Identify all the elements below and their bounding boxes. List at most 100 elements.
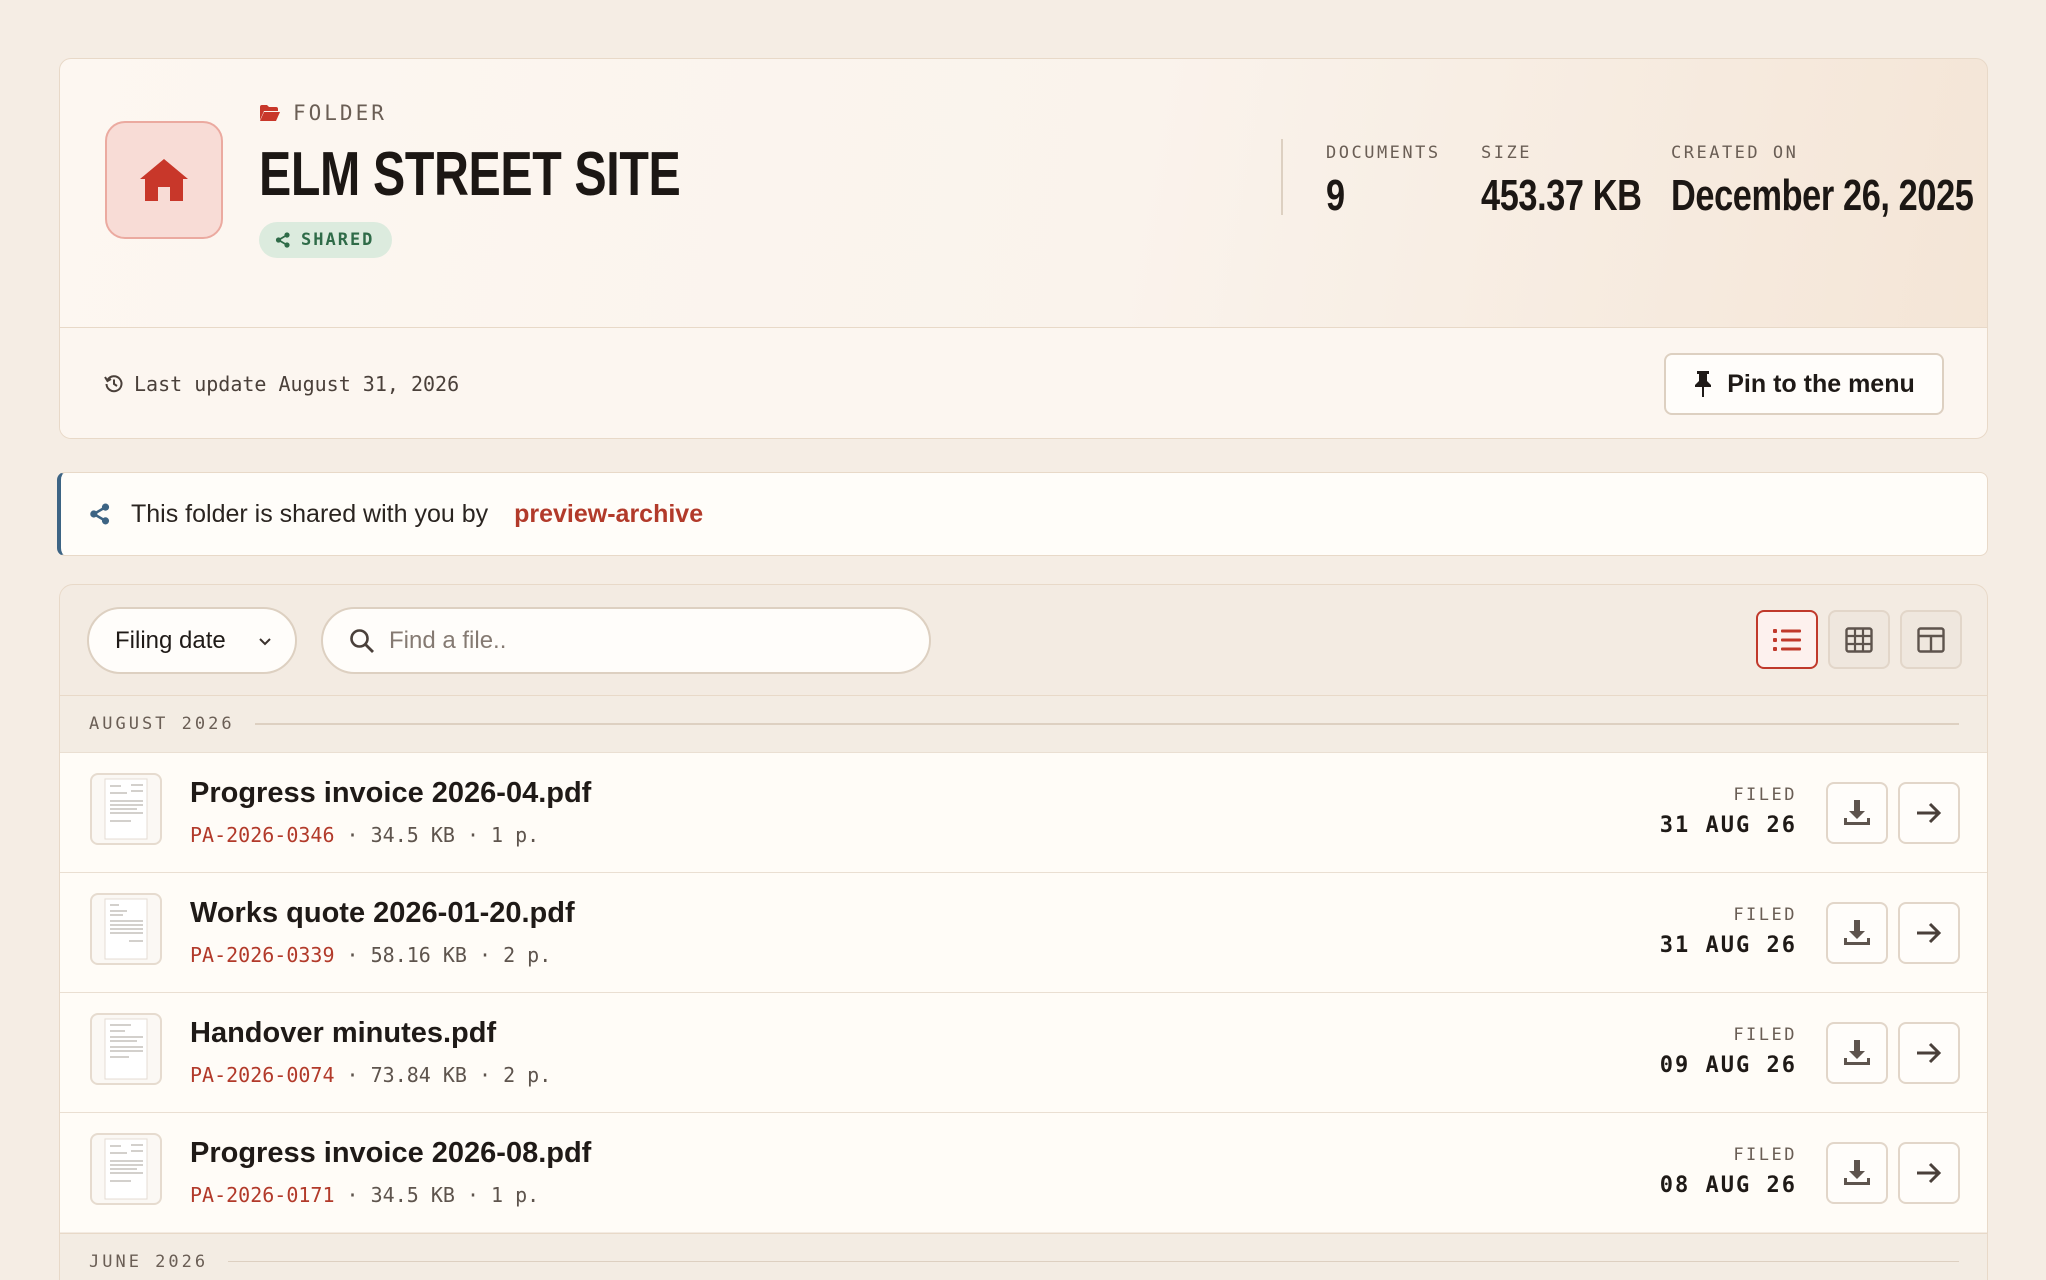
stat-value: 453.37 KB: [1481, 171, 1642, 220]
file-row[interactable]: Progress invoice 2026-04.pdf PA-2026-034…: [60, 752, 1987, 872]
document-preview-icon: [104, 1018, 148, 1080]
filed-info: FILED 09 AUG 26: [1660, 1025, 1797, 1078]
file-reference: PA-2026-0074: [190, 1063, 335, 1087]
file-name[interactable]: Progress invoice 2026-08.pdf: [190, 1137, 591, 1170]
filed-date: 31 AUG 26: [1659, 813, 1797, 838]
last-update-text: Last update August 31, 2026: [134, 372, 460, 396]
status-badge: SHARED: [259, 222, 393, 258]
file-reference: PA-2026-0339: [190, 943, 335, 967]
file-thumbnail: [90, 773, 162, 845]
file-meta: PA-2026-0074 · 73.84 KB · 2 p.: [190, 1063, 552, 1087]
file-meta: PA-2026-0346 · 34.5 KB · 1 p.: [190, 823, 540, 847]
file-size: 34.5 KB: [370, 823, 455, 847]
arrow-right-icon: [1917, 1042, 1942, 1064]
share-icon: [275, 232, 290, 248]
group-divider: [254, 723, 1959, 725]
share-text: This folder is shared with you by: [131, 499, 489, 528]
filed-label: FILED: [1733, 1025, 1797, 1045]
stat-value: 9: [1326, 171, 1345, 220]
filed-date: 31 AUG 26: [1659, 933, 1797, 958]
file-pages: 2 p.: [503, 943, 552, 967]
chevron-down-icon: [259, 638, 271, 646]
folder-avatar: [105, 121, 223, 239]
download-button[interactable]: [1826, 902, 1888, 964]
file-size: 34.5 KB: [370, 1183, 455, 1207]
files-toolbar: Filing date: [60, 585, 1987, 696]
open-file-button[interactable]: [1898, 1142, 1960, 1204]
filed-label: FILED: [1733, 905, 1797, 925]
search-input[interactable]: [389, 626, 909, 655]
pin-button-label: Pin to the menu: [1727, 369, 1915, 398]
open-file-button[interactable]: [1898, 1022, 1960, 1084]
stat-label: SIZE: [1481, 143, 1532, 163]
open-file-button[interactable]: [1898, 782, 1960, 844]
group-label: AUGUST 2026: [89, 714, 235, 734]
file-pages: 1 p.: [491, 1183, 540, 1207]
file-pages: 2 p.: [503, 1063, 552, 1087]
page-title: ELM STREET SITE: [259, 139, 799, 210]
grid-view-button[interactable]: [1828, 610, 1890, 669]
gallery-view-icon: [1917, 626, 1945, 653]
share-owner-link[interactable]: preview-archive: [514, 500, 703, 529]
open-folder-icon: [260, 105, 280, 121]
file-name[interactable]: Handover minutes.pdf: [190, 1017, 496, 1050]
download-icon: [1844, 1160, 1870, 1185]
list-view-button[interactable]: [1756, 610, 1818, 669]
filed-date: 09 AUG 26: [1659, 1053, 1797, 1078]
filed-date: 08 AUG 26: [1659, 1173, 1797, 1198]
document-preview-icon: [104, 898, 148, 960]
document-preview-icon: [104, 1138, 148, 1200]
filed-info: FILED 08 AUG 26: [1660, 1145, 1797, 1198]
filed-info: FILED 31 AUG 26: [1660, 905, 1797, 958]
file-name[interactable]: Works quote 2026-01-20.pdf: [190, 897, 575, 930]
download-icon: [1844, 920, 1870, 945]
file-row[interactable]: Handover minutes.pdf PA-2026-0074 · 73.8…: [60, 992, 1987, 1112]
stats-divider: [1281, 139, 1283, 215]
folder-footer: Last update August 31, 2026 Pin to the m…: [60, 327, 1987, 438]
group-header-june-2026: JUNE 2026: [60, 1233, 1987, 1280]
pin-to-menu-button[interactable]: Pin to the menu: [1664, 353, 1944, 415]
folder-title-text: ELM STREET SITE: [259, 140, 681, 209]
arrow-right-icon: [1917, 1162, 1942, 1184]
sort-select[interactable]: Filing date: [87, 607, 297, 674]
stat-value: December 26, 2025: [1671, 171, 1974, 220]
last-update: Last update August 31, 2026: [104, 372, 459, 396]
file-name[interactable]: Progress invoice 2026-04.pdf: [190, 777, 591, 810]
shared-with-banner: This folder is shared with you by previe…: [57, 472, 1988, 556]
stat-created: CREATED ON December 26, 2025: [1671, 143, 1987, 221]
download-icon: [1844, 1040, 1870, 1065]
search-icon: [350, 628, 374, 653]
file-thumbnail: [90, 1133, 162, 1205]
history-icon: [104, 375, 123, 393]
group-header-august-2026: AUGUST 2026: [60, 696, 1987, 752]
document-preview-icon: [104, 778, 148, 840]
files-panel: Filing date Find a file.. AUGUST 2026 Pr…: [59, 584, 1988, 1280]
stat-size: SIZE 453.37 KB: [1481, 143, 1687, 221]
list-view-icon: [1773, 628, 1801, 651]
status-badge-label: SHARED: [301, 230, 375, 250]
file-row[interactable]: Works quote 2026-01-20.pdf PA-2026-0339 …: [60, 872, 1987, 992]
download-button[interactable]: [1826, 782, 1888, 844]
filed-label: FILED: [1733, 1145, 1797, 1165]
file-row[interactable]: Progress invoice 2026-08.pdf PA-2026-017…: [60, 1112, 1987, 1232]
open-file-button[interactable]: [1898, 902, 1960, 964]
file-meta: PA-2026-0171 · 34.5 KB · 1 p.: [190, 1183, 540, 1207]
file-thumbnail: [90, 1013, 162, 1085]
gallery-view-button[interactable]: [1900, 610, 1962, 669]
folder-header-card: FOLDER ELM STREET SITE SHARED DOCUMENTS …: [59, 58, 1988, 439]
download-icon: [1844, 800, 1870, 825]
file-meta: PA-2026-0339 · 58.16 KB · 2 p.: [190, 943, 552, 967]
file-size: 73.84 KB: [370, 1063, 467, 1087]
file-pages: 1 p.: [491, 823, 540, 847]
stat-label: DOCUMENTS: [1326, 143, 1441, 163]
stat-documents: DOCUMENTS 9: [1326, 143, 1441, 221]
group-label: JUNE 2026: [89, 1251, 209, 1272]
file-reference: PA-2026-0171: [190, 1183, 335, 1207]
arrow-right-icon: [1917, 802, 1942, 824]
download-button[interactable]: [1826, 1142, 1888, 1204]
stat-label: CREATED ON: [1671, 143, 1799, 163]
grid-view-icon: [1845, 626, 1873, 653]
file-thumbnail: [90, 893, 162, 965]
download-button[interactable]: [1826, 1022, 1888, 1084]
search-box[interactable]: [321, 607, 931, 674]
